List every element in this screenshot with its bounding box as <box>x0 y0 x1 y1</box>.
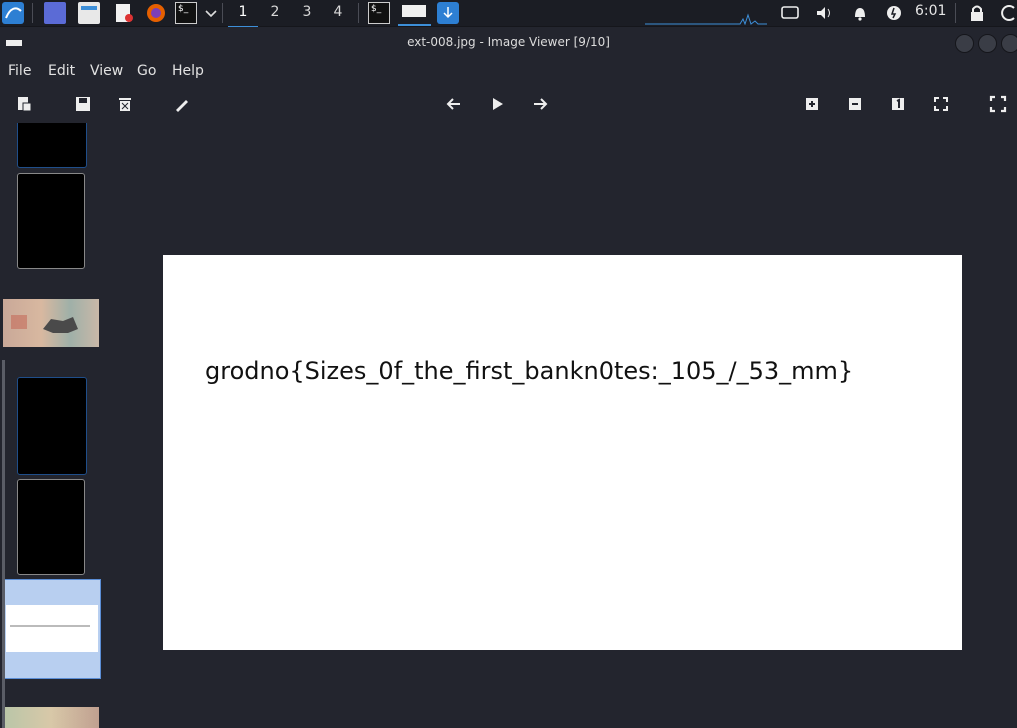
menu-file[interactable]: File <box>8 63 31 79</box>
zoom-out-icon[interactable] <box>845 94 865 114</box>
forward-arrow-icon[interactable] <box>530 94 550 114</box>
thumbnail-sidebar <box>0 123 102 728</box>
panel-separator <box>955 3 956 23</box>
thumbnail-item-selected[interactable] <box>3 579 101 679</box>
maximize-button[interactable] <box>978 34 997 53</box>
thumbnail-item[interactable] <box>3 707 99 728</box>
workspace-3[interactable]: 3 <box>292 0 322 26</box>
window-titlebar[interactable]: ext-008.jpg - Image Viewer [9/10] <box>0 27 1017 59</box>
network-icon[interactable] <box>779 2 801 24</box>
fullscreen-icon[interactable] <box>988 94 1008 114</box>
back-arrow-icon[interactable] <box>444 94 464 114</box>
save-icon[interactable] <box>73 94 93 114</box>
terminal-icon[interactable]: $_ <box>175 2 197 24</box>
thumbnail-text-line <box>10 625 90 627</box>
thumbnail-item[interactable] <box>3 299 99 347</box>
kali-menu-icon[interactable] <box>2 2 24 24</box>
window-title: ext-008.jpg - Image Viewer [9/10] <box>407 35 610 49</box>
lock-icon[interactable] <box>966 2 988 24</box>
download-icon[interactable] <box>437 2 459 24</box>
menu-go[interactable]: Go <box>137 63 156 79</box>
menu-edit[interactable]: Edit <box>48 63 75 79</box>
top-panel: $_ 1 2 3 4 $_ 6:01 <box>0 0 1017 28</box>
workspace-1[interactable]: 1 <box>228 0 258 28</box>
menu-help[interactable]: Help <box>172 63 204 79</box>
open-icon[interactable] <box>15 94 35 114</box>
power-icon[interactable] <box>883 2 905 24</box>
sidebar-scrollbar[interactable] <box>2 360 5 728</box>
menu-view[interactable]: View <box>90 63 123 79</box>
minimize-button[interactable] <box>955 34 974 53</box>
thumbnail-item[interactable] <box>17 123 87 168</box>
volume-icon[interactable] <box>813 2 835 24</box>
clock[interactable]: 6:01 <box>915 3 946 19</box>
firefox-icon[interactable] <box>145 2 167 24</box>
panel-separator <box>32 3 33 23</box>
workspace-2[interactable]: 2 <box>260 0 290 26</box>
image-display: grodno{Sizes_0f_the_first_bankn0tes:_105… <box>163 255 962 650</box>
image-viewer-task-icon <box>402 5 426 17</box>
edit-icon[interactable] <box>172 94 192 114</box>
fit-icon[interactable] <box>931 94 951 114</box>
zoom-in-icon[interactable] <box>802 94 822 114</box>
bell-icon[interactable] <box>849 2 871 24</box>
file-manager-icon[interactable] <box>78 2 100 24</box>
thumbnail-item[interactable] <box>17 173 85 269</box>
actual-size-icon[interactable] <box>888 94 908 114</box>
thumbnail-image-preview <box>6 605 98 652</box>
terminal-task-icon[interactable]: $_ <box>368 2 390 24</box>
thumbnail-item[interactable] <box>17 479 85 575</box>
play-icon[interactable] <box>487 94 507 114</box>
network-graph <box>645 10 767 26</box>
panel-separator <box>222 3 223 23</box>
image-text: grodno{Sizes_0f_the_first_bankn0tes:_105… <box>205 357 854 385</box>
thumbnail-item[interactable] <box>17 377 87 475</box>
workspace-switcher-icon[interactable] <box>44 2 66 24</box>
text-editor-icon[interactable] <box>113 2 135 24</box>
panel-separator <box>358 3 359 23</box>
logout-icon[interactable] <box>998 2 1017 24</box>
workspace-4[interactable]: 4 <box>323 0 353 26</box>
delete-icon[interactable] <box>115 94 135 114</box>
image-viewer-task-button[interactable] <box>398 0 431 26</box>
chevron-down-icon[interactable] <box>200 2 222 24</box>
close-button[interactable] <box>1001 34 1017 53</box>
